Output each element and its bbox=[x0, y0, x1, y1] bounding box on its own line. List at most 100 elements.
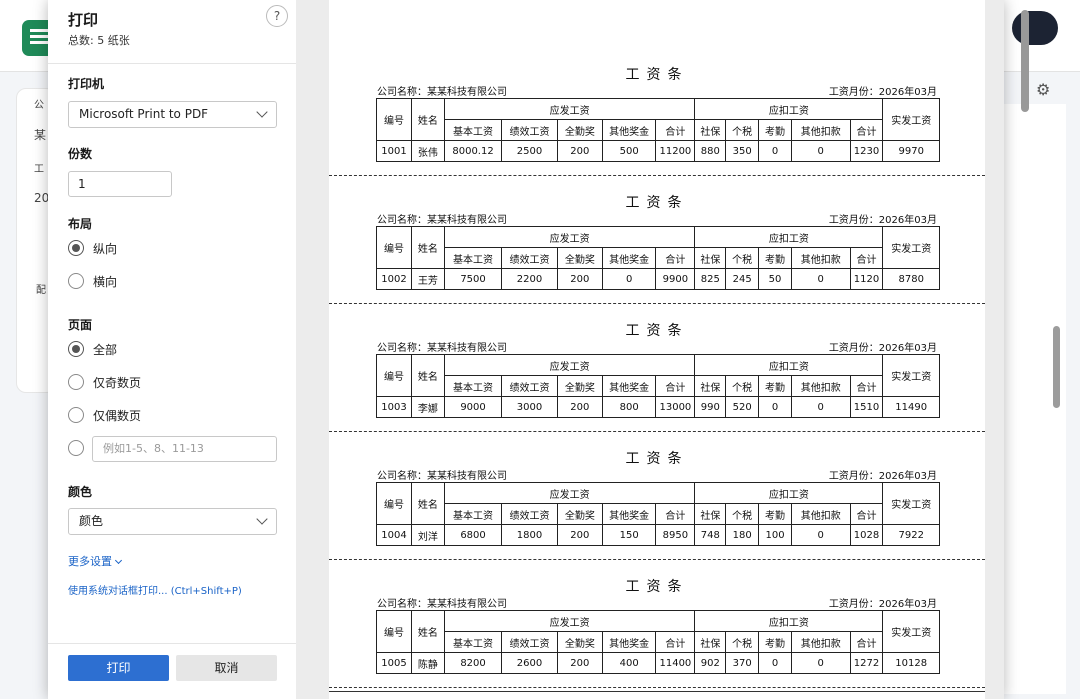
header-payable-col: 全勤奖 bbox=[556, 247, 603, 269]
header-deduct-col: 合计 bbox=[849, 503, 884, 525]
header-payable-col: 绩效工资 bbox=[501, 119, 558, 141]
cell-deduct-total: 1230 bbox=[849, 140, 884, 162]
salary-slip: 工资条 公司名称：某某科技有限公司 工资月份：2026年03月 编号 姓名 应发工资 应扣工… bbox=[329, 568, 985, 696]
chevron-down-icon bbox=[114, 556, 123, 565]
system-dialog-link[interactable]: 使用系统对话框打印... (Ctrl+Shift+P) bbox=[68, 582, 242, 597]
header-payable-group: 应发工资 bbox=[443, 226, 696, 248]
header-deduct-group: 应扣工资 bbox=[694, 610, 884, 632]
pay-month: 工资月份：2026年03月 bbox=[828, 215, 937, 226]
cut-line bbox=[329, 687, 985, 688]
cell-deduct-total: 1120 bbox=[849, 268, 884, 290]
radio-checked-icon[interactable] bbox=[68, 240, 84, 256]
header-payable-col: 全勤奖 bbox=[556, 375, 603, 397]
cell-attend-bonus: 200 bbox=[556, 524, 603, 546]
header-deduct-group: 应扣工资 bbox=[694, 482, 884, 504]
radio-unchecked-icon[interactable] bbox=[68, 407, 84, 423]
cut-line bbox=[329, 431, 985, 432]
slip-title: 工资条 bbox=[625, 195, 689, 211]
cell-attend-deduct: 0 bbox=[758, 140, 792, 162]
cell-perf: 3000 bbox=[501, 396, 558, 418]
header-deduct-col: 社保 bbox=[694, 247, 727, 269]
header-deduct-col: 个税 bbox=[725, 119, 760, 141]
pay-month: 工资月份：2026年03月 bbox=[828, 471, 937, 482]
cut-line bbox=[329, 303, 985, 304]
radio-unchecked-icon[interactable] bbox=[68, 273, 84, 289]
background-scrollbar[interactable] bbox=[1053, 326, 1060, 408]
printer-select[interactable]: Microsoft Print to PDF bbox=[68, 101, 277, 128]
header-payable-col: 全勤奖 bbox=[556, 503, 603, 525]
header-net: 实发工资 bbox=[882, 610, 940, 653]
header-deduct-col: 个税 bbox=[725, 375, 760, 397]
print-dialog: 打印 总数: 5 纸张 ? 打印机 Microsoft Print to PDF… bbox=[48, 0, 1029, 699]
cell-attend-deduct: 0 bbox=[758, 396, 792, 418]
background-account-button[interactable] bbox=[1012, 11, 1058, 45]
cell-other-deduct: 0 bbox=[790, 652, 851, 674]
dialog-title: 打印 bbox=[68, 11, 99, 29]
slip-title: 工资条 bbox=[625, 67, 689, 83]
help-icon[interactable]: ? bbox=[266, 5, 288, 27]
radio-unchecked-icon[interactable] bbox=[68, 440, 84, 456]
header-payable-col: 全勤奖 bbox=[556, 631, 603, 653]
table-row: 1002 王芳 7500 2200 200 0 9900 825 245 50 0 1120 8780 bbox=[376, 268, 940, 290]
company-name: 公司名称：某某科技有限公司 bbox=[377, 343, 507, 354]
header-payable-col: 其他奖金 bbox=[601, 247, 657, 269]
header-payable-col: 合计 bbox=[655, 247, 696, 269]
cell-id: 1004 bbox=[376, 524, 412, 546]
header-deduct-col: 社保 bbox=[694, 503, 727, 525]
cell-attend-bonus: 200 bbox=[556, 140, 603, 162]
header-id: 编号 bbox=[376, 482, 412, 525]
radio-checked-icon[interactable] bbox=[68, 341, 84, 357]
print-button[interactable]: 打印 bbox=[68, 655, 169, 681]
header-id: 编号 bbox=[376, 354, 412, 397]
header-deduct-col: 其他扣款 bbox=[790, 247, 851, 269]
header-payable-col: 合计 bbox=[655, 503, 696, 525]
copies-input[interactable]: 1 bbox=[68, 171, 172, 197]
cell-pay-total: 9900 bbox=[655, 268, 696, 290]
table-row: 1005 陈静 8200 2600 200 400 11400 902 370 0 0 1272 101… bbox=[376, 652, 940, 674]
gear-icon[interactable]: ⚙ bbox=[1036, 80, 1050, 99]
background-text: 配 bbox=[36, 285, 46, 296]
printer-selected-value: Microsoft Print to PDF bbox=[79, 107, 209, 121]
preview-scrollbar-thumb[interactable] bbox=[1021, 10, 1029, 112]
pay-month: 工资月份：2026年03月 bbox=[828, 599, 937, 610]
pages-even-label: 仅偶数页 bbox=[93, 409, 142, 423]
header-name: 姓名 bbox=[410, 482, 445, 525]
header-payable-col: 绩效工资 bbox=[501, 375, 558, 397]
header-deduct-col: 个税 bbox=[725, 503, 760, 525]
cancel-button[interactable]: 取消 bbox=[176, 655, 277, 681]
salary-table: 编号 姓名 应发工资 应扣工资 实发工资 基本工资 绩效工资 全勤奖 其他奖金 合计 社保 个税 考勤其… bbox=[376, 226, 940, 290]
cell-social: 902 bbox=[694, 652, 727, 674]
print-settings-panel: 打印 总数: 5 纸张 ? 打印机 Microsoft Print to PDF… bbox=[48, 0, 296, 699]
cell-name: 张伟 bbox=[410, 140, 445, 162]
cell-social: 990 bbox=[694, 396, 727, 418]
header-payable-col: 基本工资 bbox=[443, 247, 503, 269]
cell-name: 李娜 bbox=[410, 396, 445, 418]
cell-other-bonus: 500 bbox=[601, 140, 657, 162]
header-payable-col: 其他奖金 bbox=[601, 375, 657, 397]
cell-net: 9970 bbox=[882, 140, 940, 162]
cell-pay-total: 8950 bbox=[655, 524, 696, 546]
background-text: 公 bbox=[34, 100, 44, 111]
header-payable-col: 合计 bbox=[655, 631, 696, 653]
more-settings-link[interactable]: 更多设置 bbox=[68, 553, 123, 569]
header-payable-col: 基本工资 bbox=[443, 631, 503, 653]
page-range-input[interactable]: 例如1-5、8、11-13 bbox=[92, 436, 277, 462]
cell-tax: 350 bbox=[725, 140, 760, 162]
cell-base: 8200 bbox=[443, 652, 503, 674]
header-deduct-col: 合计 bbox=[849, 375, 884, 397]
cut-line bbox=[329, 175, 985, 176]
cell-name: 刘洋 bbox=[410, 524, 445, 546]
cell-perf: 1800 bbox=[501, 524, 558, 546]
company-name: 公司名称：某某科技有限公司 bbox=[377, 471, 507, 482]
sheet-count: 总数: 5 纸张 bbox=[68, 34, 130, 47]
print-preview-area[interactable]: 工资条 公司名称：某某科技有限公司 工资月份：2026年03月 编号 姓名 应发工资 应扣工… bbox=[296, 0, 1004, 699]
header-deduct-col: 考勤 bbox=[758, 375, 792, 397]
header-deduct-col: 合计 bbox=[849, 119, 884, 141]
cell-other-bonus: 150 bbox=[601, 524, 657, 546]
salary-slip: 工资条 公司名称：某某科技有限公司 工资月份：2026年03月 编号 姓名 应发工资 应扣工… bbox=[329, 312, 985, 440]
color-select[interactable]: 颜色 bbox=[68, 508, 277, 535]
header-deduct-col: 合计 bbox=[849, 247, 884, 269]
header-id: 编号 bbox=[376, 610, 412, 653]
cell-name: 陈静 bbox=[410, 652, 445, 674]
radio-unchecked-icon[interactable] bbox=[68, 374, 84, 390]
